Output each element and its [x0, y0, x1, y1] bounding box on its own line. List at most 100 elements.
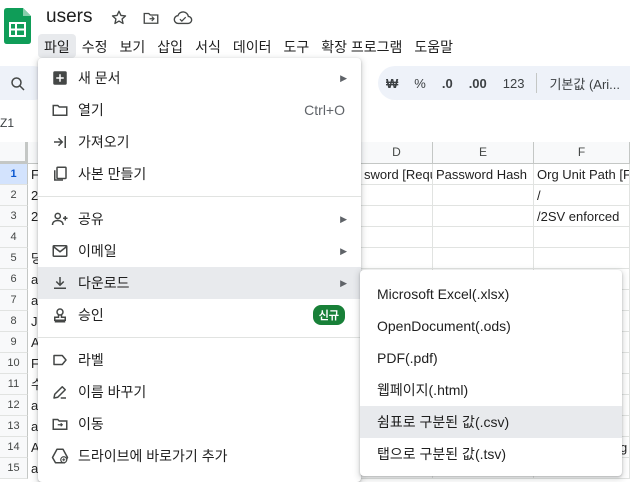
- row-header[interactable]: 3: [0, 206, 28, 227]
- menu-item-labels[interactable]: 라벨: [38, 344, 361, 376]
- menu-file[interactable]: 파일: [38, 34, 76, 58]
- menu-item-add-shortcut[interactable]: 드라이브에 바로가기 추가: [38, 440, 361, 472]
- percent-format-button[interactable]: %: [406, 76, 434, 91]
- grid-cell[interactable]: [433, 185, 534, 206]
- more-formats-button[interactable]: 123: [495, 76, 533, 91]
- sheets-logo[interactable]: [4, 8, 31, 44]
- folder-icon: [38, 101, 78, 119]
- download-html[interactable]: 웹페이지(.html): [360, 374, 622, 406]
- grid-cell[interactable]: [534, 227, 630, 248]
- currency-format-button[interactable]: ₩: [378, 76, 406, 91]
- menu-item-approvals[interactable]: 승인 신규: [38, 299, 361, 331]
- menu-item-make-copy[interactable]: 사본 만들기: [38, 158, 361, 190]
- menu-extensions[interactable]: 확장 프로그램: [315, 34, 408, 58]
- menu-item-label: 사본 만들기: [78, 166, 147, 182]
- menu-item-new[interactable]: 새 문서 ▶: [38, 62, 361, 94]
- grid-cell[interactable]: [361, 185, 433, 206]
- grid-cell[interactable]: [433, 206, 534, 227]
- menu-item-move[interactable]: 이동: [38, 408, 361, 440]
- grid-cell[interactable]: [433, 248, 534, 269]
- row-header[interactable]: 11: [0, 374, 28, 395]
- menu-item-label: 라벨: [78, 352, 104, 368]
- menu-item-label: 새 문서: [78, 70, 121, 86]
- submenu-arrow-icon: ▶: [340, 213, 347, 224]
- new-badge: 신규: [312, 305, 345, 325]
- row-header[interactable]: 10: [0, 353, 28, 374]
- row-header[interactable]: 9: [0, 332, 28, 353]
- font-select[interactable]: 기본값 (Ari...: [541, 74, 628, 93]
- cell-d1[interactable]: sword [Requi: [361, 164, 433, 185]
- menu-divider: [38, 337, 361, 338]
- cloud-status-icon[interactable]: [172, 8, 194, 28]
- row-header[interactable]: 4: [0, 227, 28, 248]
- download-ods[interactable]: OpenDocument(.ods): [360, 310, 622, 342]
- shortcut-hint: Ctrl+O: [304, 102, 345, 118]
- menu-divider: [38, 196, 361, 197]
- document-title[interactable]: users: [46, 6, 92, 28]
- cell-f3[interactable]: /2SV enforced: [534, 206, 630, 227]
- download-tsv[interactable]: 탭으로 구분된 값(.tsv): [360, 438, 622, 470]
- grid-cell[interactable]: [361, 227, 433, 248]
- column-header-d[interactable]: D: [361, 142, 433, 164]
- star-icon[interactable]: [108, 8, 130, 28]
- name-box[interactable]: Z1: [0, 116, 14, 130]
- download-pdf[interactable]: PDF(.pdf): [360, 342, 622, 374]
- new-doc-icon: [38, 69, 78, 87]
- cell-e1[interactable]: Password Hash: [433, 164, 534, 185]
- add-person-icon: [38, 210, 78, 228]
- approval-icon: [38, 306, 78, 324]
- menu-tools[interactable]: 도구: [277, 34, 315, 58]
- column-header-e[interactable]: E: [433, 142, 534, 164]
- menu-item-label: 가져오기: [78, 134, 130, 150]
- row-header[interactable]: 12: [0, 395, 28, 416]
- row-header[interactable]: 14: [0, 437, 28, 458]
- move-icon: [38, 415, 78, 433]
- grid-cell[interactable]: [534, 248, 630, 269]
- menu-view[interactable]: 보기: [114, 34, 152, 58]
- row-header[interactable]: 6: [0, 269, 28, 290]
- column-header-f[interactable]: F: [534, 142, 630, 164]
- menu-format[interactable]: 서식: [189, 34, 227, 58]
- menu-item-import[interactable]: 가져오기: [38, 126, 361, 158]
- download-csv[interactable]: 쉼표로 구분된 값(.csv): [360, 406, 622, 438]
- menu-item-share[interactable]: 공유 ▶: [38, 203, 361, 235]
- menu-item-label: 이동: [78, 416, 104, 432]
- row-header[interactable]: 15: [0, 458, 28, 479]
- download-xlsx[interactable]: Microsoft Excel(.xlsx): [360, 278, 622, 310]
- row-header[interactable]: 1: [0, 164, 28, 185]
- menu-item-label: 이름 바꾸기: [78, 384, 147, 400]
- submenu-arrow-icon: ▶: [340, 245, 347, 256]
- grid-cell[interactable]: [433, 227, 534, 248]
- row-header[interactable]: 7: [0, 290, 28, 311]
- import-icon: [38, 133, 78, 151]
- file-menu: 새 문서 ▶ 열기 Ctrl+O 가져오기 사본 만들기 공유 ▶ 이메일 ▶ …: [38, 58, 361, 482]
- move-folder-icon[interactable]: [140, 8, 162, 28]
- menu-item-email[interactable]: 이메일 ▶: [38, 235, 361, 267]
- label-icon: [38, 351, 78, 369]
- select-all-corner[interactable]: [0, 142, 28, 164]
- mail-icon: [38, 242, 78, 260]
- increase-decimal-button[interactable]: .00: [461, 76, 495, 91]
- menu-insert[interactable]: 삽입: [151, 34, 189, 58]
- menu-item-label: 공유: [78, 211, 104, 227]
- rename-icon: [38, 383, 78, 401]
- menu-data[interactable]: 데이터: [227, 34, 278, 58]
- decrease-decimal-button[interactable]: .0: [434, 76, 461, 91]
- menu-help[interactable]: 도움말: [408, 34, 459, 58]
- download-icon: [38, 274, 78, 292]
- row-header[interactable]: 13: [0, 416, 28, 437]
- cell-f1[interactable]: Org Unit Path [F: [534, 164, 630, 185]
- menu-item-open[interactable]: 열기 Ctrl+O: [38, 94, 361, 126]
- menu-item-label: 열기: [78, 102, 104, 118]
- menu-item-label: 드라이브에 바로가기 추가: [78, 448, 228, 464]
- menu-edit[interactable]: 수정: [76, 34, 114, 58]
- row-header[interactable]: 2: [0, 185, 28, 206]
- menu-item-rename[interactable]: 이름 바꾸기: [38, 376, 361, 408]
- search-icon: [11, 77, 25, 91]
- cell-f2[interactable]: /: [534, 185, 630, 206]
- grid-cell[interactable]: [361, 206, 433, 227]
- row-header[interactable]: 5: [0, 248, 28, 269]
- menu-item-download[interactable]: 다운로드 ▶: [38, 267, 361, 299]
- grid-cell[interactable]: [361, 248, 433, 269]
- row-header[interactable]: 8: [0, 311, 28, 332]
